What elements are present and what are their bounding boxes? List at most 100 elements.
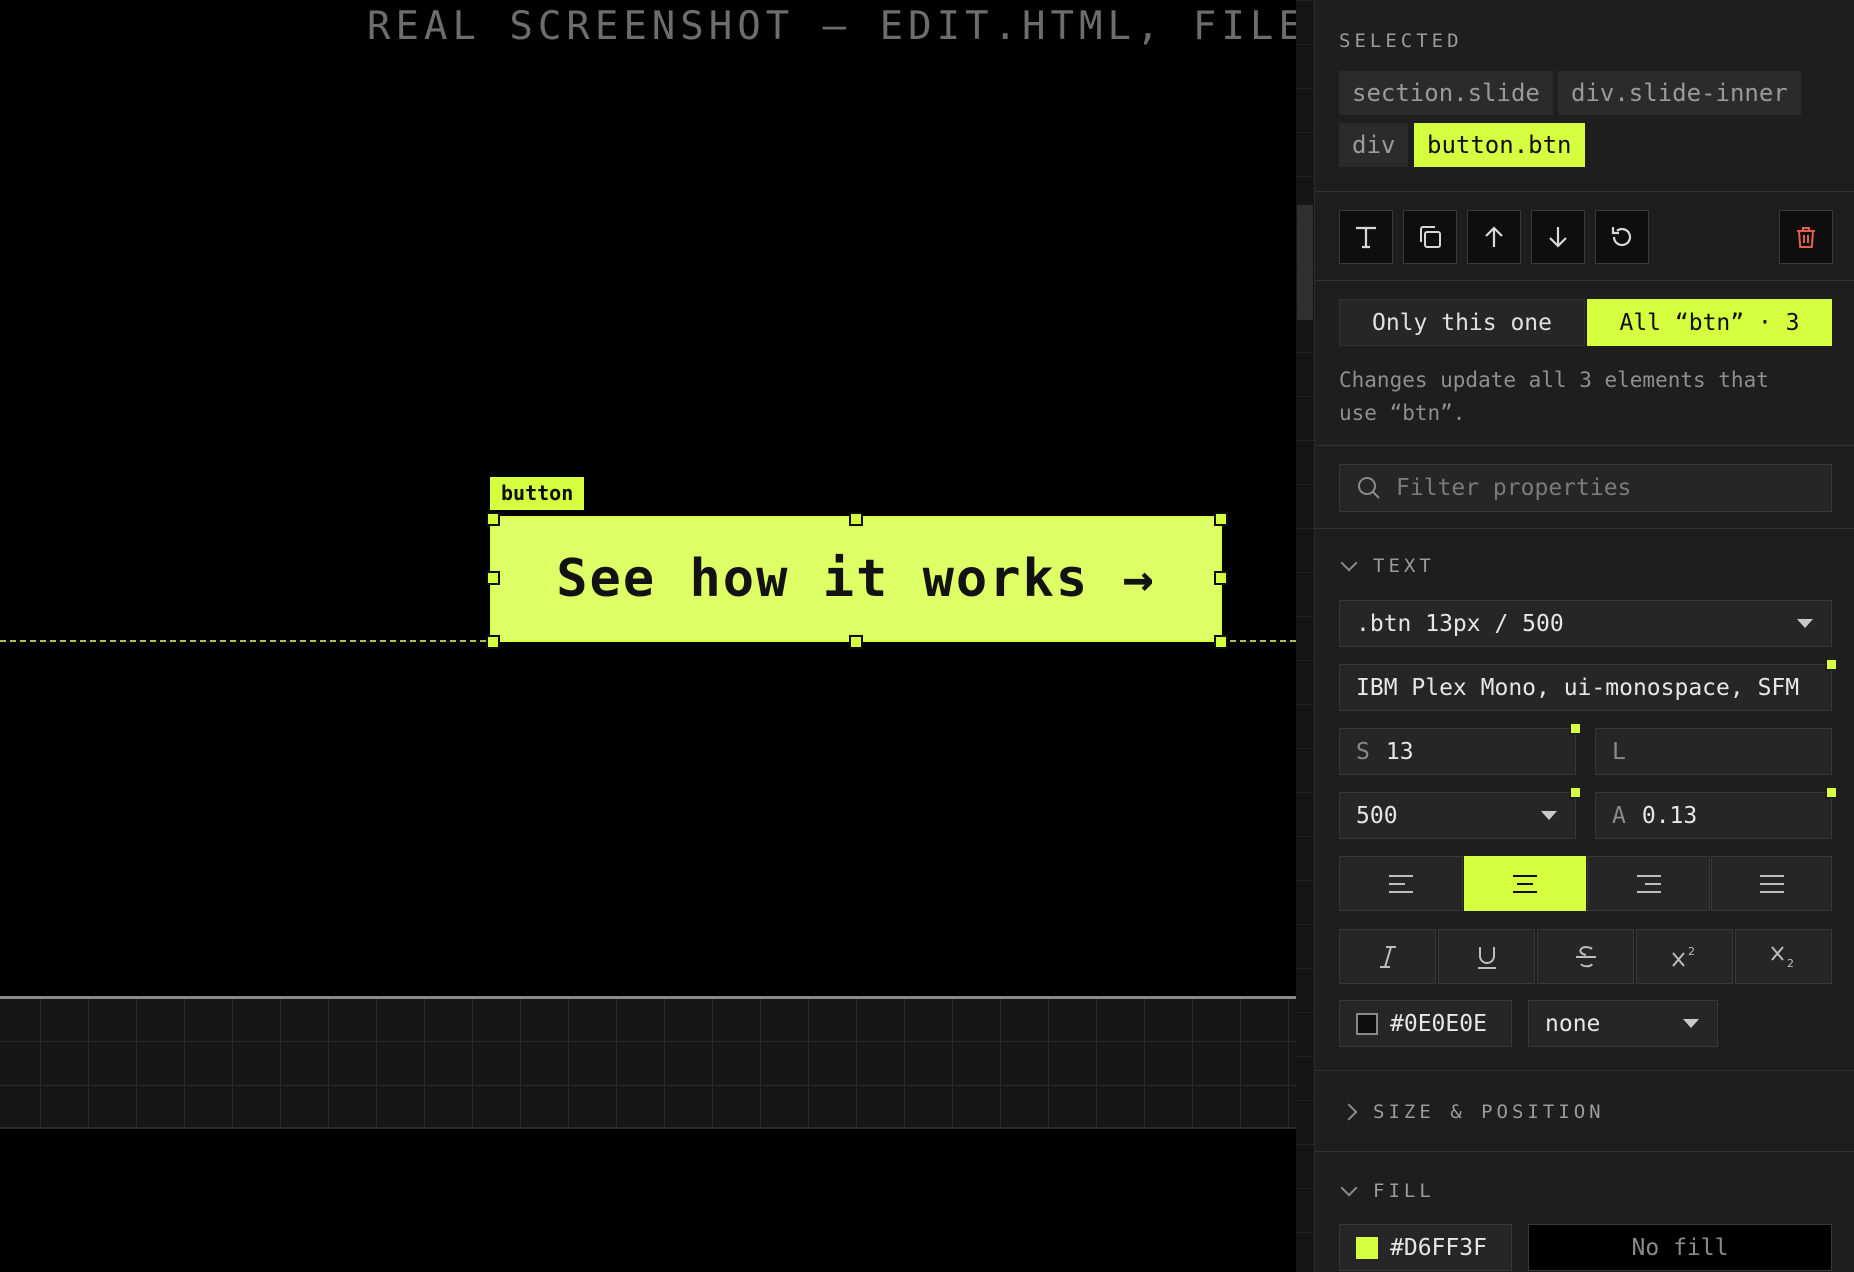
svg-text:2: 2 bbox=[1688, 945, 1695, 958]
selected-cta-button[interactable]: See how it works → bbox=[490, 516, 1222, 642]
chevron-down-icon bbox=[1340, 554, 1358, 572]
resize-handle-middle-left[interactable] bbox=[486, 571, 500, 585]
scope-all-btn-button[interactable]: All “btn” · 3 bbox=[1587, 299, 1832, 346]
move-down-button[interactable] bbox=[1531, 210, 1585, 264]
letter-spacing-resize-handle[interactable] bbox=[1825, 786, 1838, 799]
align-justify-button[interactable] bbox=[1711, 856, 1832, 911]
resize-handle-top-left[interactable] bbox=[486, 512, 500, 526]
text-color-field[interactable]: #0E0E0E bbox=[1339, 1000, 1512, 1047]
align-left-button[interactable] bbox=[1339, 856, 1463, 911]
fill-color-value: #D6FF3F bbox=[1390, 1234, 1487, 1261]
search-icon bbox=[1358, 477, 1380, 499]
svg-text:2: 2 bbox=[1787, 957, 1794, 970]
delete-button[interactable] bbox=[1779, 210, 1833, 264]
chevron-right-icon bbox=[1340, 1103, 1358, 1121]
breadcrumb-div[interactable]: div bbox=[1339, 123, 1409, 167]
align-center-button[interactable] bbox=[1464, 856, 1586, 911]
strikethrough-icon bbox=[1575, 945, 1596, 967]
font-size-value: 13 bbox=[1385, 738, 1414, 765]
inspector-panel: SELECTED section.slide div.slide-inner d… bbox=[1314, 0, 1854, 1272]
underline-button[interactable] bbox=[1438, 929, 1535, 984]
reset-icon bbox=[1611, 227, 1632, 247]
canvas-banner-text: REAL SCREENSHOT — EDIT.HTML, FILE OPE bbox=[367, 4, 1296, 49]
text-decoration-select[interactable]: none bbox=[1528, 1000, 1718, 1047]
font-weight-resize-handle[interactable] bbox=[1569, 786, 1582, 799]
font-weight-select[interactable]: 500 bbox=[1339, 792, 1576, 839]
resize-handle-top-center[interactable] bbox=[849, 512, 863, 526]
text-section-header[interactable]: TEXT bbox=[1340, 554, 1435, 577]
resize-handle-bottom-left[interactable] bbox=[486, 635, 500, 649]
selected-section: SELECTED section.slide div.slide-inner d… bbox=[1315, 0, 1854, 192]
filter-divider bbox=[1315, 528, 1854, 529]
canvas-grid-strip bbox=[0, 999, 1296, 1129]
reset-button[interactable] bbox=[1595, 210, 1649, 264]
font-family-input[interactable]: IBM Plex Mono, ui-monospace, SFM bbox=[1339, 664, 1832, 711]
move-up-button[interactable] bbox=[1467, 210, 1521, 264]
align-right-icon bbox=[1636, 874, 1661, 893]
text-style-select[interactable]: .btn 13px / 500 bbox=[1339, 600, 1832, 647]
scope-note: Changes update all 3 elements that use “… bbox=[1339, 368, 1769, 425]
letter-spacing-value: 0.13 bbox=[1641, 802, 1698, 829]
align-center-icon bbox=[1513, 874, 1537, 893]
fill-color-swatch[interactable] bbox=[1356, 1236, 1378, 1259]
resize-handle-top-right[interactable] bbox=[1214, 512, 1228, 526]
no-fill-button[interactable]: No fill bbox=[1528, 1224, 1832, 1271]
text-decoration-value: none bbox=[1545, 1010, 1601, 1037]
dropdown-caret-icon bbox=[1541, 811, 1557, 820]
dropdown-caret-icon bbox=[1683, 1019, 1699, 1028]
arrow-down-icon bbox=[1549, 227, 1567, 248]
chevron-down-icon bbox=[1340, 1179, 1358, 1197]
edit-text-button[interactable] bbox=[1339, 210, 1393, 264]
text-color-value: #0E0E0E bbox=[1390, 1010, 1487, 1037]
canvas-scrollbar-thumb[interactable] bbox=[1297, 205, 1313, 320]
resize-handle-bottom-right[interactable] bbox=[1214, 635, 1228, 649]
arrow-up-icon bbox=[1485, 226, 1503, 247]
filter-properties-input[interactable]: Filter properties bbox=[1339, 464, 1832, 512]
dropdown-caret-icon bbox=[1797, 619, 1813, 628]
superscript-icon: 2 bbox=[1671, 945, 1695, 967]
resize-handle-middle-right[interactable] bbox=[1214, 571, 1228, 585]
trash-icon bbox=[1797, 227, 1815, 248]
selected-label: SELECTED bbox=[1339, 30, 1463, 52]
breadcrumb-section-slide[interactable]: section.slide bbox=[1339, 71, 1553, 115]
font-family-resize-handle[interactable] bbox=[1825, 658, 1838, 671]
selection-element-tag: button bbox=[490, 477, 585, 510]
fill-section-header[interactable]: FILL bbox=[1340, 1179, 1435, 1202]
size-position-title: SIZE & POSITION bbox=[1373, 1101, 1605, 1123]
toolbar-divider bbox=[1315, 280, 1854, 281]
subscript-button[interactable]: 2 bbox=[1735, 929, 1832, 984]
canvas-scrollbar-track[interactable] bbox=[1296, 0, 1314, 1272]
breadcrumb-div-slide-inner[interactable]: div.slide-inner bbox=[1558, 71, 1801, 115]
text-section-divider bbox=[1315, 1070, 1854, 1071]
font-size-resize-handle[interactable] bbox=[1569, 722, 1582, 735]
resize-handle-bottom-center[interactable] bbox=[849, 635, 863, 649]
italic-button[interactable] bbox=[1339, 929, 1436, 984]
no-fill-label: No fill bbox=[1631, 1234, 1729, 1261]
italic-icon bbox=[1379, 945, 1396, 968]
font-size-input[interactable]: S 13 bbox=[1339, 728, 1576, 775]
fill-color-field[interactable]: #D6FF3F bbox=[1339, 1224, 1512, 1271]
scope-divider bbox=[1315, 445, 1854, 446]
font-weight-value: 500 bbox=[1356, 802, 1398, 829]
text-section-title: TEXT bbox=[1373, 555, 1435, 577]
align-right-button[interactable] bbox=[1587, 856, 1710, 911]
letter-spacing-prefix: A bbox=[1612, 802, 1626, 829]
line-height-prefix: L bbox=[1612, 738, 1626, 765]
editor-canvas[interactable]: REAL SCREENSHOT — EDIT.HTML, FILE OPE bu… bbox=[0, 0, 1296, 1272]
line-height-input[interactable]: L bbox=[1595, 728, 1832, 775]
superscript-button[interactable]: 2 bbox=[1636, 929, 1733, 984]
duplicate-icon bbox=[1420, 226, 1441, 248]
fill-section-title: FILL bbox=[1373, 1180, 1435, 1202]
align-justify-icon bbox=[1759, 874, 1784, 893]
breadcrumb-button-btn[interactable]: button.btn bbox=[1414, 123, 1585, 167]
subscript-icon: 2 bbox=[1770, 945, 1794, 970]
font-size-prefix: S bbox=[1356, 738, 1370, 765]
letter-spacing-input[interactable]: A 0.13 bbox=[1595, 792, 1832, 839]
strikethrough-button[interactable] bbox=[1537, 929, 1634, 984]
scope-only-this-button[interactable]: Only this one bbox=[1339, 299, 1585, 346]
text-style-value: .btn 13px / 500 bbox=[1356, 610, 1564, 637]
filter-placeholder: Filter properties bbox=[1396, 475, 1632, 501]
size-position-header[interactable]: SIZE & POSITION bbox=[1340, 1101, 1605, 1123]
duplicate-button[interactable] bbox=[1403, 210, 1457, 264]
text-color-swatch[interactable] bbox=[1356, 1012, 1378, 1035]
